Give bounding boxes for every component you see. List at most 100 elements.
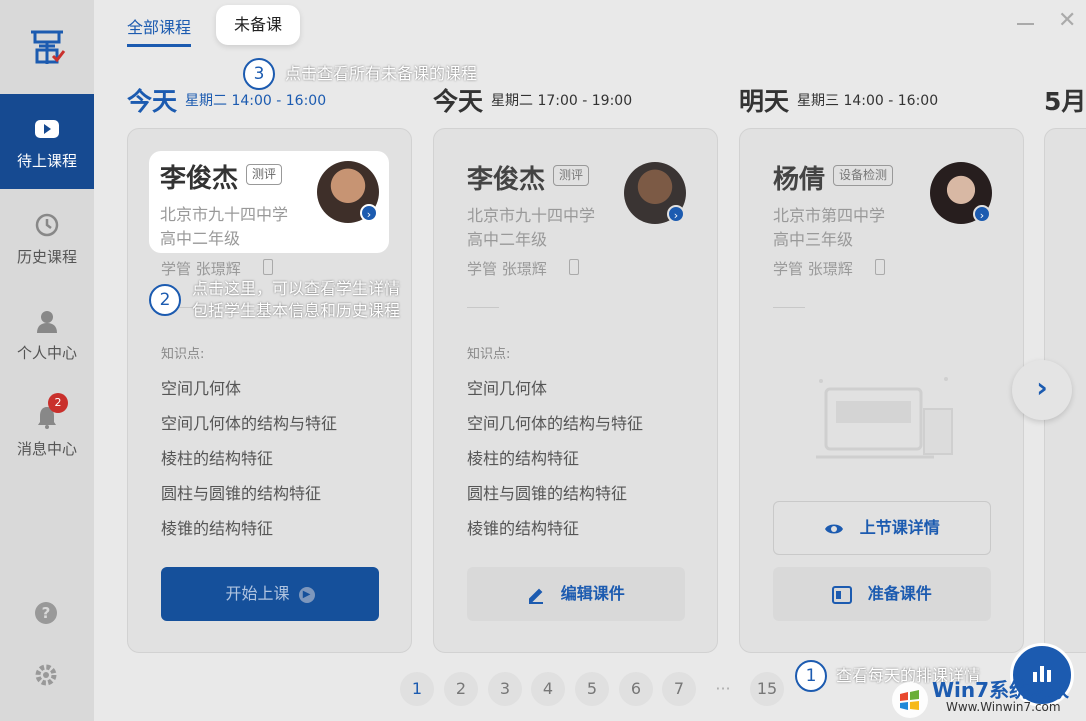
knowledge-item: 棱柱的结构特征 <box>161 449 274 468</box>
tab-all-courses[interactable]: 全部课程 <box>127 14 192 47</box>
settings-gear-icon[interactable] <box>34 663 58 687</box>
student-school: 北京市九十四中学 <box>467 206 596 225</box>
divider <box>467 307 499 308</box>
next-arrow-button[interactable]: › <box>1012 360 1072 420</box>
student-grade: 高中三年级 <box>773 230 854 249</box>
chevron-right-icon[interactable]: › <box>667 205 685 223</box>
watermark-title: Win7系统之家 <box>932 678 1070 702</box>
page-button[interactable]: 1 <box>400 672 434 706</box>
knowledge-item: 空间几何体的结构与特征 <box>161 414 338 433</box>
watermark-url: Www.Winwin7.com <box>946 700 1061 714</box>
page-button[interactable]: 2 <box>444 672 478 706</box>
page-button[interactable]: 7 <box>662 672 696 706</box>
day-header: 5月 <box>1044 82 1086 118</box>
day-header: 明天 星期三 14:00 - 16:00 <box>739 82 938 118</box>
knowledge-item: 圆柱与圆锥的结构特征 <box>467 484 628 503</box>
page-button[interactable]: 6 <box>619 672 653 706</box>
prepare-courseware-button[interactable]: 准备课件 <box>773 567 991 621</box>
button-label: 准备课件 <box>867 584 932 603</box>
phone-icon[interactable] <box>875 259 885 275</box>
user-icon <box>37 311 57 333</box>
button-label: 编辑课件 <box>560 584 625 603</box>
student-school: 北京市第四中学 <box>773 206 886 225</box>
tour-step-2: 2 <box>149 284 181 316</box>
knowledge-item: 空间几何体的结构与特征 <box>467 414 644 433</box>
sidebar-item-label: 待上课程 <box>16 152 77 170</box>
svg-text:?: ? <box>42 604 51 622</box>
history-clock-icon <box>35 213 59 237</box>
student-grade: 高中二年级 <box>467 230 548 249</box>
knowledge-title: 知识点: <box>161 347 205 362</box>
status-tag: 测评 <box>553 165 590 186</box>
knowledge-item: 棱柱的结构特征 <box>467 449 580 468</box>
empty-laptop-illustration <box>816 377 953 459</box>
phone-icon[interactable] <box>263 259 273 275</box>
button-label: 开始上课 <box>225 584 290 603</box>
day-header: 今天 星期二 14:00 - 16:00 <box>127 82 326 118</box>
page-button[interactable]: 4 <box>531 672 565 706</box>
arrow-right-icon: ▶ <box>298 586 315 603</box>
course-card: 杨倩 设备检测 › 北京市第四中学 高中三年级 学管 张璟辉 上节课详情 准备课… <box>739 128 1024 653</box>
pencil-icon <box>529 588 544 604</box>
day-label: 5月 <box>1044 87 1086 116</box>
eye-icon <box>825 524 844 533</box>
page-ellipsis: ··· <box>715 679 731 698</box>
tour-step-2-line2: 包括学生基本信息和历史课程 <box>192 301 401 320</box>
day-label: 明天 <box>739 87 790 116</box>
unread-badge: 2 <box>48 393 68 413</box>
student-name: 李俊杰 <box>467 165 546 195</box>
chevron-right-icon[interactable]: › <box>360 204 378 222</box>
knowledge-item: 棱锥的结构特征 <box>161 519 274 538</box>
day-header: 今天 星期二 17:00 - 19:00 <box>433 82 632 118</box>
play-video-icon <box>35 120 59 138</box>
sidebar-item-label: 个人中心 <box>16 344 77 362</box>
knowledge-item: 空间几何体 <box>467 379 548 398</box>
knowledge-item: 空间几何体 <box>161 379 242 398</box>
day-label: 今天 <box>433 87 484 116</box>
knowledge-item: 棱锥的结构特征 <box>467 519 580 538</box>
knowledge-title: 知识点: <box>467 347 511 362</box>
student-name: 李俊杰 <box>160 164 239 194</box>
chevron-right-icon[interactable]: › <box>973 205 991 223</box>
sidebar: 待上课程 历史课程 个人中心 2 消息中心 ? <box>0 0 94 721</box>
status-tag: 测评 <box>246 164 283 185</box>
sidebar-item-label: 历史课程 <box>16 248 77 266</box>
sidebar-item-profile[interactable]: 个人中心 <box>0 286 94 381</box>
day-time: 星期三 14:00 - 16:00 <box>797 93 939 109</box>
manager-label: 学管 张璟辉 <box>773 260 853 278</box>
tour-step-2-line1: 点击这里，可以查看学生详情 <box>192 279 401 298</box>
tour-step-3-text: 点击查看所有未备课的课程 <box>285 64 478 83</box>
page-button[interactable]: 5 <box>575 672 609 706</box>
page-button[interactable]: 3 <box>488 672 522 706</box>
sidebar-item-messages[interactable]: 2 消息中心 <box>0 382 94 477</box>
minimize-button[interactable] <box>1017 23 1034 25</box>
start-class-button[interactable]: 开始上课 ▶ <box>161 567 379 621</box>
day-time: 星期二 14:00 - 16:00 <box>185 93 327 109</box>
tab-unprepared[interactable]: 未备课 <box>216 5 300 45</box>
manager-label: 学管 张璟辉 <box>161 260 241 278</box>
edit-courseware-button[interactable]: 编辑课件 <box>467 567 685 621</box>
tour-step-3: 3 <box>243 58 275 90</box>
student-info-highlight[interactable]: 李俊杰 测评 北京市九十四中学 高中二年级 › <box>149 151 389 253</box>
courseware-icon <box>832 585 853 604</box>
course-card: 李俊杰 测评 › 北京市九十四中学 高中二年级 学管 张璟辉 知识点: 空间几何… <box>433 128 718 653</box>
status-tag: 设备检测 <box>833 165 894 186</box>
phone-icon[interactable] <box>569 259 579 275</box>
last-class-detail-button[interactable]: 上节课详情 <box>773 501 991 555</box>
student-grade: 高中二年级 <box>160 229 241 248</box>
manager-label: 学管 张璟辉 <box>467 260 547 278</box>
knowledge-item: 圆柱与圆锥的结构特征 <box>161 484 322 503</box>
tour-step-1: 1 <box>795 660 827 692</box>
sidebar-item-history[interactable]: 历史课程 <box>0 190 94 285</box>
student-school: 北京市九十四中学 <box>160 205 289 224</box>
sidebar-item-upcoming[interactable]: 待上课程 <box>0 94 94 189</box>
sidebar-item-label: 消息中心 <box>16 440 77 458</box>
close-button[interactable]: ✕ <box>1058 8 1076 33</box>
day-time: 星期二 17:00 - 19:00 <box>491 93 633 109</box>
divider <box>773 307 805 308</box>
help-icon[interactable]: ? <box>34 601 58 625</box>
app-logo-icon <box>31 30 66 64</box>
page-button[interactable]: 15 <box>750 672 784 706</box>
day-label: 今天 <box>127 87 178 116</box>
student-name: 杨倩 <box>773 165 826 195</box>
